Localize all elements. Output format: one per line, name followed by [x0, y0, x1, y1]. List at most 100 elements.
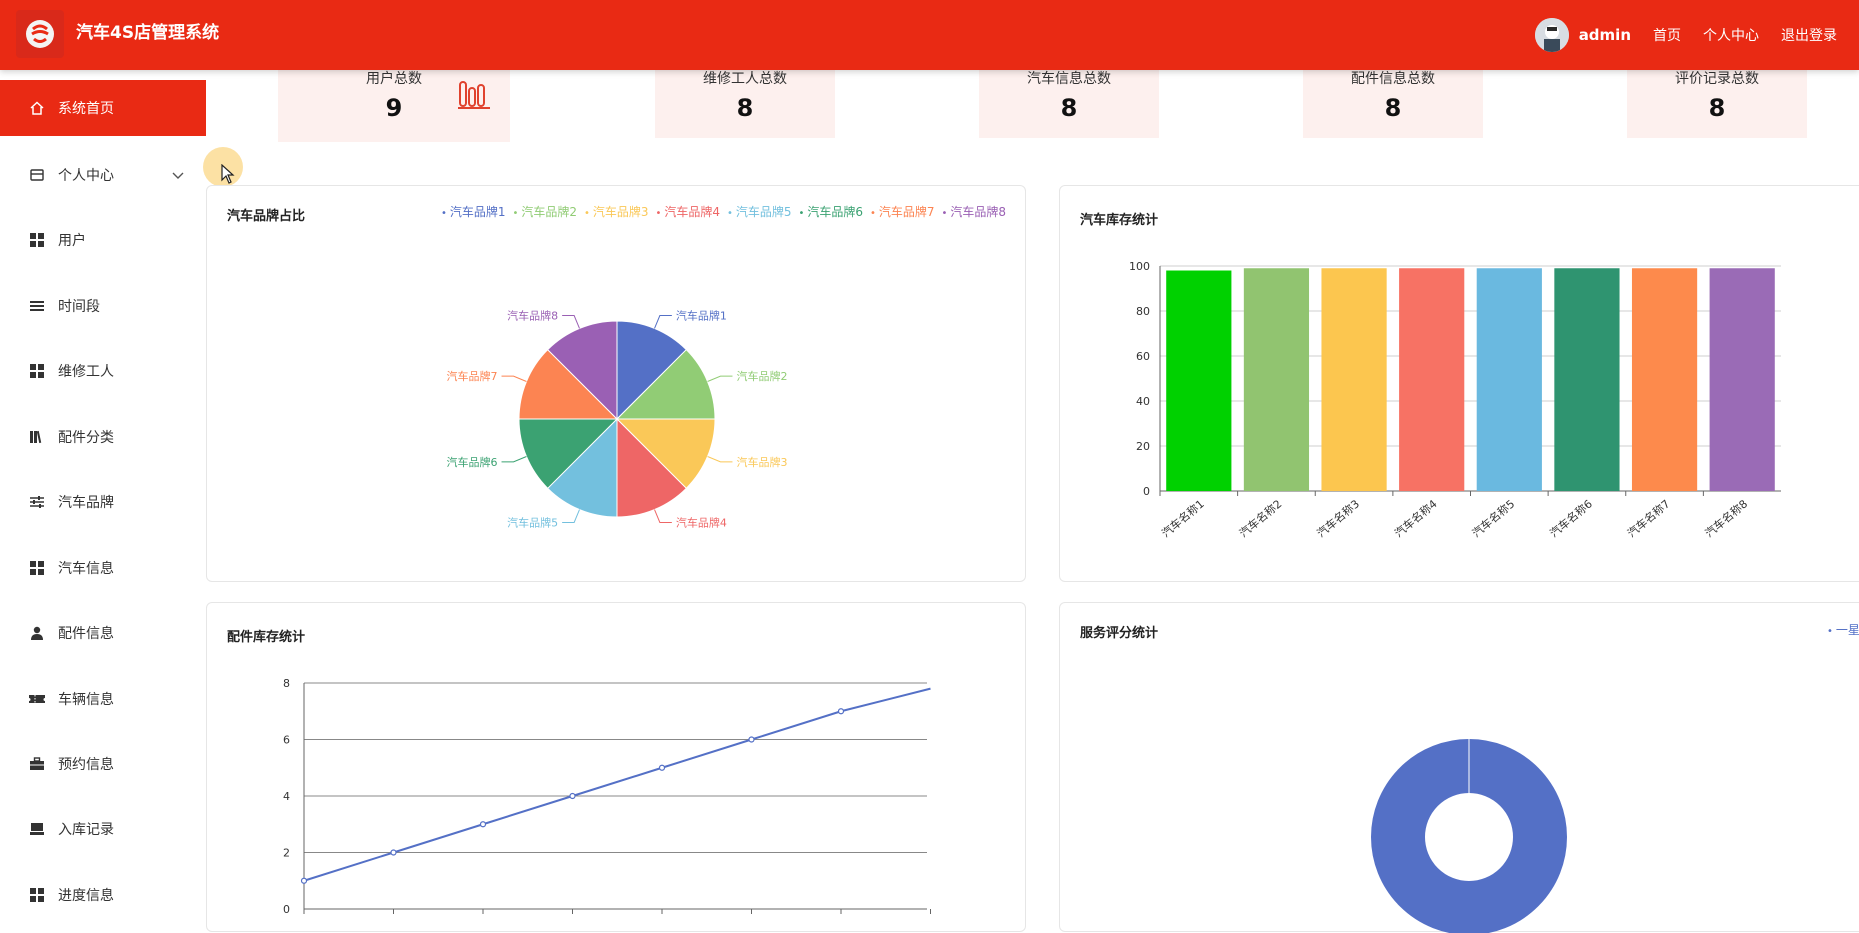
sidebar-item-timeslot[interactable]: 时间段	[0, 278, 206, 334]
stat-label: 配件信息总数	[1351, 71, 1435, 87]
sidebar-item-profile[interactable]: 个人中心	[0, 147, 206, 203]
briefcase-icon	[28, 755, 46, 773]
x-tick-label: 汽车名称3	[1314, 497, 1362, 541]
x-tick-label: 汽车名称4	[1392, 497, 1440, 541]
pie-label-line	[654, 315, 672, 329]
grid-icon	[28, 559, 46, 577]
app-logo	[16, 10, 64, 58]
user-area: admin 首页 个人中心 退出登录	[1534, 0, 1859, 70]
stat-value: 8	[1060, 94, 1078, 122]
sidebar-item-label: 时间段	[58, 299, 100, 315]
stat-value: 8	[1384, 94, 1402, 122]
sidebar-item-label: 入库记录	[58, 822, 114, 838]
stat-label: 评价记录总数	[1675, 71, 1759, 87]
data-point	[837, 708, 845, 715]
car-stock-panel: 汽车库存统计 0 20 40 60 80 100 汽车名称1 汽车名称2 汽车名称3 汽车名称4 汽…	[1059, 185, 1859, 582]
x-tick-label: 汽车名称5	[1469, 497, 1517, 541]
sidebar-item-progress[interactable]: 进度信息	[0, 867, 206, 923]
series-line	[303, 687, 931, 882]
x-tick-label: 汽车名称1	[1159, 497, 1207, 541]
pie-label: 汽车品牌8	[507, 309, 558, 323]
sidebar-item-workers[interactable]: 维修工人	[0, 343, 206, 399]
bar	[1166, 270, 1232, 491]
sidebar-item-stock-in[interactable]: 入库记录	[0, 801, 206, 857]
x-tick-label: 汽车名称2	[1236, 497, 1284, 541]
grid-icon	[28, 231, 46, 249]
y-tick-label: 40	[1136, 395, 1150, 408]
person-icon	[28, 624, 46, 642]
nav-profile-link[interactable]: 个人中心	[1703, 25, 1759, 45]
stat-value: 8	[736, 94, 754, 122]
app-title: 汽车4S店管理系统	[76, 23, 220, 43]
car-stock-bar-chart: 0 20 40 60 80 100 汽车名称1 汽车名称2 汽车名称3 汽车名称4 汽车名称5 汽车名…	[1129, 260, 1781, 541]
sidebar-item-label: 系统首页	[58, 101, 114, 117]
sidebar-item-label: 汽车信息	[58, 561, 114, 577]
x-tick-label: 汽车名称7	[1624, 497, 1672, 541]
stat-card-users: 用户总数 9	[278, 70, 510, 142]
bar	[1709, 268, 1775, 491]
pie-label-line	[707, 375, 733, 382]
data-point	[748, 736, 755, 743]
top-bar: 汽车4S店管理系统 admin 首页 个人中心 退出登录	[0, 0, 1859, 70]
data-point	[479, 821, 487, 828]
nav-logout-link[interactable]: 退出登录	[1781, 25, 1837, 45]
sidebar-item-car-brand[interactable]: 汽车品牌	[0, 474, 206, 530]
bar	[1321, 268, 1387, 491]
y-tick-label: 2	[283, 847, 290, 860]
bar	[1554, 268, 1620, 491]
x-tick-label: 汽车名称6	[1547, 497, 1595, 541]
bar	[1476, 268, 1542, 491]
box-icon	[28, 820, 46, 838]
nav-home-link[interactable]: 首页	[1653, 25, 1681, 45]
avatar-icon	[1534, 18, 1569, 52]
pie-label-line	[562, 315, 580, 329]
data-point	[300, 877, 308, 884]
home-icon	[28, 99, 46, 117]
sidebar-item-home[interactable]: 系统首页	[0, 80, 206, 136]
parts-stock-panel: 配件库存统计 02468	[206, 602, 1026, 932]
pie-label: 汽车品牌5	[507, 515, 558, 529]
y-tick-label: 100	[1129, 260, 1150, 273]
sliders-icon	[28, 493, 46, 511]
stat-card-cars: 汽车信息总数 8	[979, 70, 1159, 138]
bar	[1631, 268, 1698, 491]
stat-label: 汽车信息总数	[1027, 71, 1111, 87]
sidebar-item-users[interactable]: 用户	[0, 212, 206, 268]
pie-label-line	[707, 456, 733, 463]
sidebar-item-car-info[interactable]: 汽车信息	[0, 540, 206, 596]
brand-pie-chart: 汽车品牌1 汽车品牌2 汽车品牌3 汽车品牌4 汽车品牌5 汽车品牌6 汽车品牌7 汽车品牌8	[447, 309, 788, 530]
sidebar-item-label: 进度信息	[58, 888, 114, 904]
sidebar-item-part-category[interactable]: 配件分类	[0, 409, 206, 465]
data-point	[390, 849, 397, 856]
pie-label-line	[562, 509, 580, 523]
sidebar-item-label: 配件信息	[58, 626, 114, 642]
avatar[interactable]	[1534, 18, 1569, 52]
y-tick-label: 4	[283, 790, 290, 803]
mouse-pointer-icon	[221, 164, 235, 184]
sidebar-item-label: 维修工人	[58, 364, 114, 380]
sidebar-item-label: 个人中心	[58, 168, 114, 184]
stat-value: 8	[1708, 94, 1726, 122]
y-tick-label: 8	[283, 677, 290, 690]
sidebar-item-label: 预约信息	[58, 757, 114, 773]
list-icon	[28, 297, 46, 315]
sidebar-item-appointment[interactable]: 预约信息	[0, 736, 206, 792]
sidebar-item-part-info[interactable]: 配件信息	[0, 605, 206, 661]
chevron-down-icon	[172, 168, 184, 184]
y-tick-label: 6	[283, 734, 290, 747]
pie-label-line	[654, 509, 672, 523]
sidebar-item-label: 用户	[58, 233, 86, 249]
sidebar-item-vehicle-info[interactable]: 车辆信息	[0, 671, 206, 727]
sidebar-item-label: 汽车品牌	[58, 495, 114, 511]
y-tick-label: 0	[283, 903, 290, 916]
stat-card-reviews: 评价记录总数 8	[1627, 70, 1807, 138]
service-rating-panel: 服务评分统计 • 一星	[1059, 602, 1859, 933]
parts-stock-line-chart: 0 2 4 6 8	[283, 677, 931, 916]
pie-label: 汽车品牌7	[447, 369, 498, 383]
ticket-icon	[28, 690, 46, 708]
grid-icon	[28, 362, 46, 380]
data-point	[569, 792, 576, 800]
username[interactable]: admin	[1579, 26, 1631, 44]
pie-label: 汽车品牌4	[676, 515, 727, 529]
sidebar-item-label: 配件分类	[58, 430, 114, 446]
